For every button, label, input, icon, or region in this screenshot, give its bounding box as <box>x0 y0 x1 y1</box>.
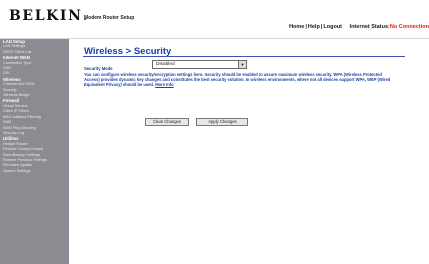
security-mode-label: Security Mode <box>84 66 113 71</box>
page-subtitle: Modem Router Setup <box>84 15 135 21</box>
logout-link[interactable]: Logout <box>323 24 342 30</box>
sidebar-nav: LAN Setup LAN Settings DHCP Client List Int… <box>0 39 69 264</box>
description-text: You can configure wireless security/encr… <box>84 72 391 88</box>
security-description: You can configure wireless security/encr… <box>84 72 394 88</box>
title-divider <box>83 56 405 57</box>
help-link[interactable]: Help <box>308 24 320 30</box>
home-link[interactable]: Home <box>289 24 304 30</box>
dropdown-arrow-icon[interactable]: ▼ <box>238 61 246 68</box>
action-buttons: Clear Changes Apply Changes <box>145 110 251 128</box>
more-info-link[interactable]: More Info <box>155 82 173 87</box>
top-header: BELKIN. Modem Router Setup Home|Help|Log… <box>0 0 429 39</box>
apply-changes-button[interactable]: Apply Changes <box>196 118 249 126</box>
security-mode-value: Disabled <box>156 62 175 67</box>
top-nav: Home|Help|Logout Internet Status:No Conn… <box>289 24 429 30</box>
internet-status-value: No Connection <box>389 24 429 30</box>
security-mode-select[interactable]: Disabled ▼ <box>152 60 247 69</box>
internet-status-label: Internet Status: <box>349 24 390 30</box>
logo-text: BELKIN <box>9 8 83 24</box>
clear-changes-button[interactable]: Clear Changes <box>145 118 189 126</box>
belkin-logo: BELKIN. <box>9 8 88 24</box>
sidebar-item-system-settings[interactable]: System Settings <box>0 169 69 174</box>
